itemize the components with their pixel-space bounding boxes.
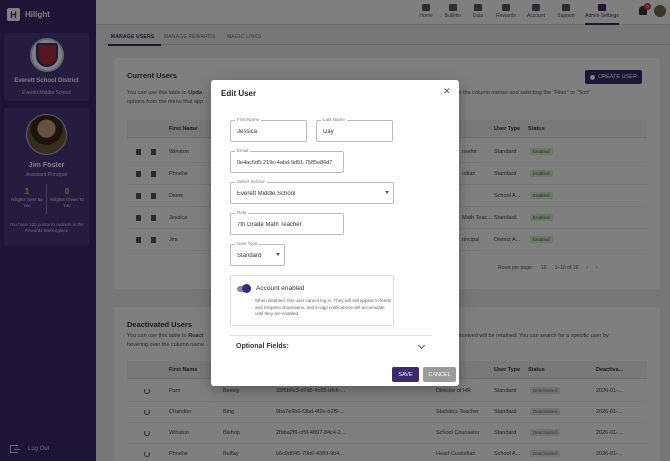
last-name-value: Day: [323, 129, 334, 135]
edit-user-modal: Edit User ✕ First Name Jessica Last Name…: [211, 80, 459, 386]
user-type-value: Standard: [237, 253, 262, 259]
account-enabled-label: Account enabled: [256, 285, 305, 292]
toggle-knob[interactable]: [242, 284, 251, 293]
role-label: Role: [235, 210, 249, 215]
first-name-label: First Name: [235, 117, 262, 122]
chevron-down-icon: [276, 253, 280, 256]
first-name-value: Jessica: [237, 129, 258, 135]
account-enabled-help: When disabled, this user cannot log in. …: [255, 298, 391, 316]
user-type-select[interactable]: User Type Standard: [230, 241, 285, 266]
save-button[interactable]: SAVE: [392, 367, 419, 382]
modal-title: Edit User: [221, 89, 257, 98]
school-label: Select School: [235, 179, 267, 184]
account-enabled-box: Account enabled When disabled, this user…: [230, 275, 394, 326]
role-field[interactable]: Role 7th Grade Math Teacher: [230, 210, 344, 235]
last-name-field[interactable]: Last Name Day: [316, 117, 393, 142]
email-value: 0e4ac6d5-219c-4abd-9d91-7585e86d7: [237, 160, 333, 166]
optional-fields-label: Optional Fields:: [236, 343, 289, 350]
role-value: 7th Grade Math Teacher: [237, 222, 302, 228]
school-select[interactable]: Select School Everett Middle School: [230, 179, 394, 204]
chevron-down-icon: [385, 191, 389, 194]
cancel-button[interactable]: CANCEL: [423, 367, 456, 382]
last-name-label: Last Name: [321, 117, 347, 122]
optional-fields-accordion[interactable]: Optional Fields:: [230, 335, 432, 355]
first-name-field[interactable]: First Name Jessica: [230, 117, 307, 142]
user-type-label: User Type: [235, 241, 260, 246]
email-label: Email: [235, 148, 251, 153]
email-field[interactable]: Email 0e4ac6d5-219c-4abd-9d91-7585e86d7: [230, 148, 344, 173]
school-value: Everett Middle School: [237, 191, 296, 197]
close-icon[interactable]: ✕: [443, 87, 451, 96]
chevron-down-icon: [417, 341, 426, 350]
